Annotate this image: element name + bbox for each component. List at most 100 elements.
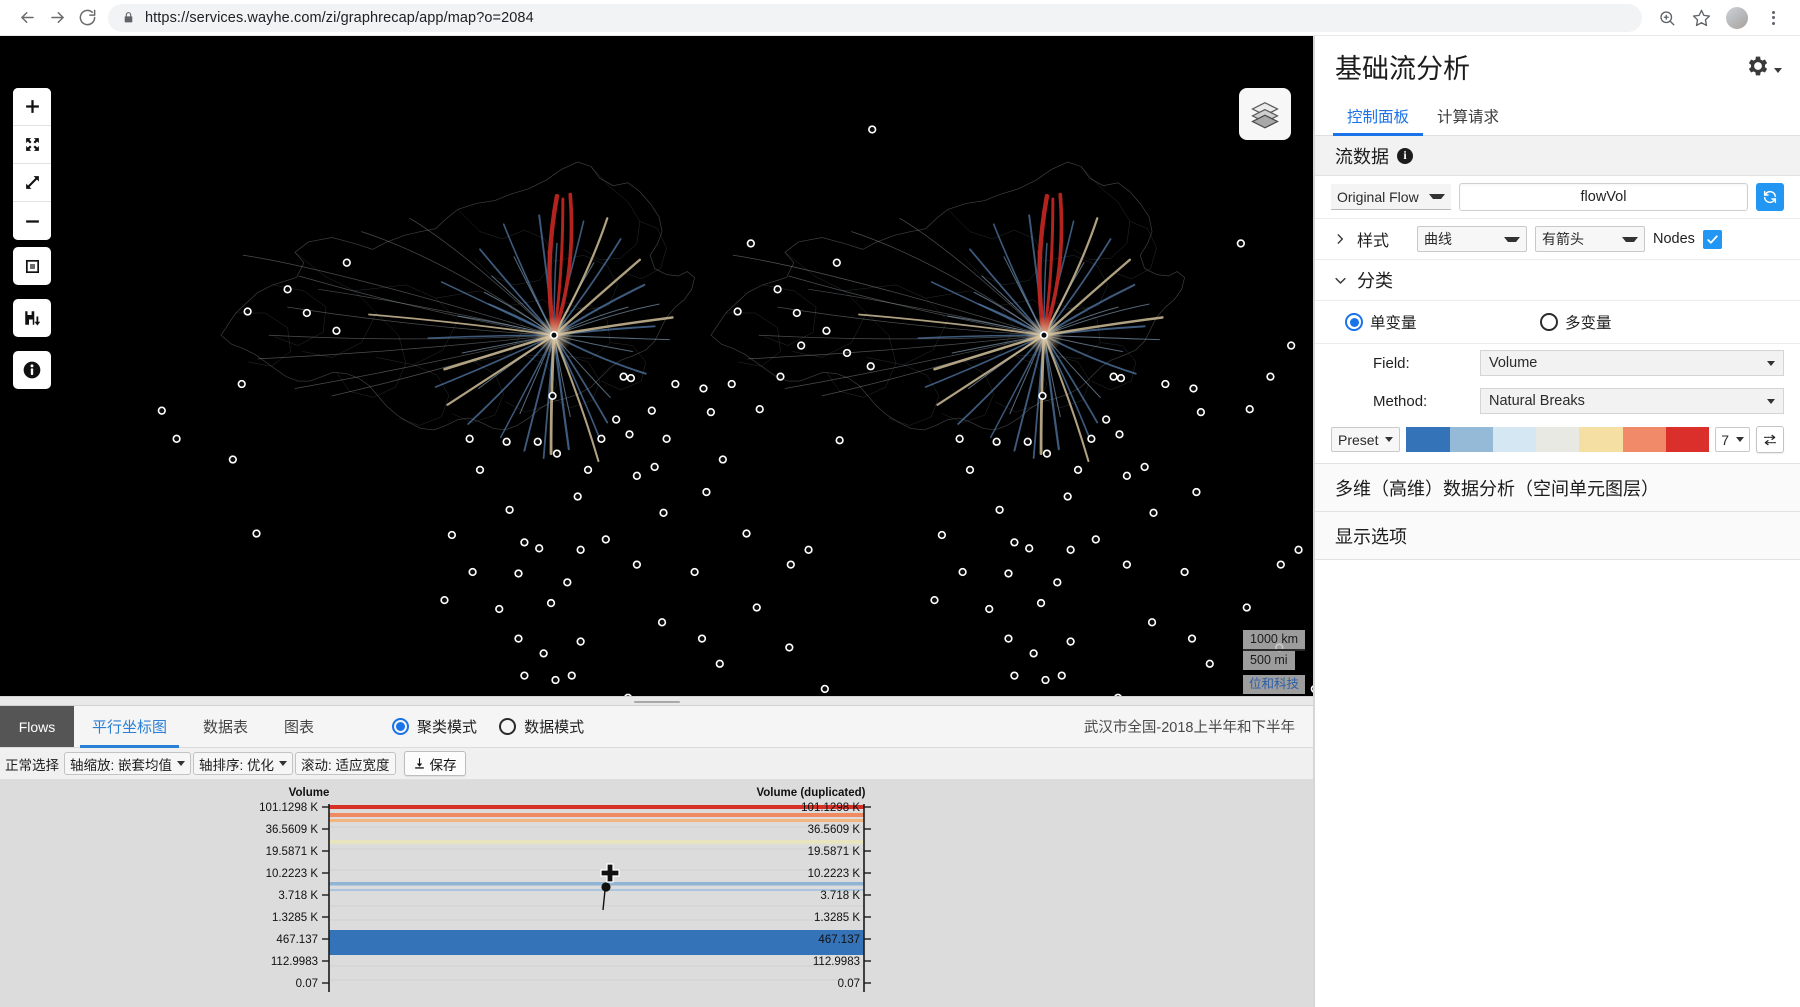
field-value: Volume — [1489, 355, 1538, 371]
info-icon[interactable]: i — [1397, 147, 1413, 164]
right-side-panel: 基础流分析 控制面板 计算请求 流数据 i Original Flow flow… — [1313, 36, 1800, 1007]
univariate-option[interactable]: 单变量 — [1345, 311, 1540, 333]
mode-radio-group: 聚类模式 数据模式 — [392, 706, 598, 747]
accordion-multidimensional-analysis[interactable]: 多维（高维）数据分析（空间单元图层） — [1315, 464, 1800, 512]
panel-tab-row: 控制面板 计算请求 — [1315, 96, 1800, 136]
ramp-swatch-2[interactable] — [1492, 427, 1537, 452]
zoom-out-button[interactable] — [13, 202, 51, 240]
zoom-to-selection-button[interactable] — [13, 164, 51, 202]
forward-button[interactable] — [42, 3, 72, 33]
layers-stack-icon[interactable] — [1239, 88, 1291, 140]
preset-select[interactable]: Preset — [1331, 427, 1401, 452]
multivariate-option[interactable]: 多变量 — [1540, 311, 1612, 333]
horizontal-splitter[interactable] — [0, 696, 1313, 706]
address-bar[interactable]: https://services.wayhe.com/zi/graphrecap… — [108, 3, 1642, 32]
radio-cluster-mode[interactable] — [392, 718, 410, 735]
ramp-swatch-4[interactable] — [1579, 427, 1623, 452]
tab-charts[interactable]: 图表 — [266, 706, 332, 747]
reload-button[interactable] — [72, 3, 102, 33]
radio-univariate[interactable] — [1345, 313, 1363, 331]
field-select[interactable]: Volume — [1480, 350, 1784, 376]
panel-header: 基础流分析 — [1315, 36, 1800, 96]
method-label: Method: — [1373, 392, 1428, 410]
axis-order-select[interactable]: 轴排序: 优化 — [193, 752, 294, 775]
label-data-mode: 数据模式 — [524, 719, 585, 736]
tab-flows[interactable]: Flows — [0, 706, 74, 747]
line-type-select[interactable]: 曲线 — [1417, 226, 1527, 252]
zoom-search-icon[interactable] — [1652, 3, 1682, 33]
ramp-swatch-3[interactable] — [1536, 427, 1580, 452]
swap-ramp-button[interactable] — [1756, 426, 1784, 453]
map-canvas[interactable]: 1000 km 500 mi 位和科技 — [0, 36, 1313, 696]
stop-drawing-button[interactable] — [13, 247, 51, 285]
flow-source-select[interactable]: Original Flow — [1331, 184, 1451, 210]
scale-bar: 1000 km 500 mi — [1243, 630, 1305, 670]
ramp-swatch-6[interactable] — [1665, 427, 1710, 452]
axis-order-label: 轴排序: 优化 — [199, 757, 275, 773]
save-chart-label: 保存 — [429, 757, 457, 773]
accordion-display-options[interactable]: 显示选项 — [1315, 512, 1800, 560]
tick-left-5: 1.3285 K — [272, 912, 318, 924]
tick-left-3: 10.2223 K — [266, 868, 319, 880]
ramp-swatch-0[interactable] — [1406, 427, 1450, 452]
scroll-mode-label: 滚动: 适应宽度 — [301, 757, 390, 773]
back-button[interactable] — [12, 3, 42, 33]
settings-menu[interactable] — [1745, 53, 1782, 79]
style-row: 样式 曲线 有箭头 Nodes — [1315, 219, 1800, 260]
tab-data-table[interactable]: 数据表 — [185, 706, 266, 747]
zoom-in-button[interactable] — [13, 88, 51, 126]
tab-parallel-coordinates[interactable]: 平行坐标图 — [74, 706, 185, 748]
axis-scale-select[interactable]: 轴缩放: 嵌套均值 — [64, 752, 192, 775]
pcp-toolbar: 正常选择 轴缩放: 嵌套均值 轴排序: 优化 滚动: 适应宽度 保存 — [0, 748, 1313, 780]
tab-control-panel[interactable]: 控制面板 — [1333, 96, 1424, 136]
save-map-button[interactable] — [13, 299, 51, 337]
url-text: https://services.wayhe.com/zi/graphrecap… — [145, 9, 534, 26]
classify-section-header[interactable]: 分类 — [1315, 260, 1800, 301]
flow-field-input[interactable]: flowVol — [1459, 183, 1748, 211]
tick-left-6: 467.137 — [276, 934, 318, 946]
three-dots-menu-icon[interactable] — [1758, 3, 1788, 33]
method-select[interactable]: Natural Breaks — [1480, 388, 1784, 414]
ramp-swatch-1[interactable] — [1449, 427, 1493, 452]
ramp-swatch-5[interactable] — [1622, 427, 1666, 452]
download-icon — [414, 758, 424, 769]
class-count-value: 7 — [1721, 431, 1729, 448]
caret-down-icon — [1767, 398, 1775, 404]
nodes-checkbox[interactable] — [1702, 229, 1722, 249]
radio-multivariate[interactable] — [1540, 313, 1558, 331]
scroll-mode-select[interactable]: 滚动: 适应宽度 — [295, 752, 396, 775]
map-attribution[interactable]: 位和科技 — [1242, 675, 1305, 694]
caret-down-icon — [1429, 194, 1445, 199]
color-ramp-row: Preset 7 — [1315, 420, 1800, 464]
parallel-coordinates-plot[interactable]: Volume Volume (duplicated) 101.1298 K 36… — [0, 780, 1313, 1007]
panel-empty-area — [1315, 560, 1800, 1007]
tab-compute-request[interactable]: 计算请求 — [1423, 96, 1513, 135]
flow-data-heading: 流数据 — [1335, 146, 1389, 167]
tick-right-2: 19.5871 K — [808, 846, 861, 858]
chevron-down-icon[interactable] — [1331, 273, 1349, 288]
selection-mode-label[interactable]: 正常选择 — [2, 754, 62, 774]
chevron-right-icon[interactable] — [1331, 232, 1349, 246]
arrow-type-value: 有箭头 — [1542, 231, 1584, 247]
color-ramp[interactable] — [1406, 427, 1710, 452]
caret-down-icon — [1385, 437, 1394, 442]
avatar[interactable] — [1726, 6, 1748, 29]
radio-data-mode[interactable] — [499, 718, 517, 735]
classify-label: 分类 — [1357, 271, 1393, 291]
refresh-button[interactable] — [1756, 183, 1784, 211]
arrow-type-select[interactable]: 有箭头 — [1535, 226, 1645, 252]
star-icon[interactable] — [1686, 3, 1716, 33]
method-value: Natural Breaks — [1489, 393, 1585, 409]
fit-extent-button[interactable] — [13, 126, 51, 164]
map-and-chart-column: 1000 km 500 mi 位和科技 Flows 平行坐标图 数据表 图表 聚… — [0, 36, 1313, 1007]
bottom-panel: Flows 平行坐标图 数据表 图表 聚类模式 数据模式 武汉市全国-2018上… — [0, 706, 1313, 1007]
tick-right-1: 36.5609 K — [808, 824, 861, 836]
variate-radio-group: 单变量 多变量 — [1315, 301, 1800, 344]
map-info-button[interactable] — [13, 351, 51, 389]
class-count-select[interactable]: 7 — [1715, 427, 1750, 452]
save-chart-button[interactable]: 保存 — [403, 751, 466, 776]
label-cluster-mode: 聚类模式 — [417, 719, 478, 736]
flow-source-value: Original Flow — [1337, 188, 1419, 205]
caret-down-icon — [279, 761, 288, 766]
caret-down-icon — [177, 761, 186, 766]
